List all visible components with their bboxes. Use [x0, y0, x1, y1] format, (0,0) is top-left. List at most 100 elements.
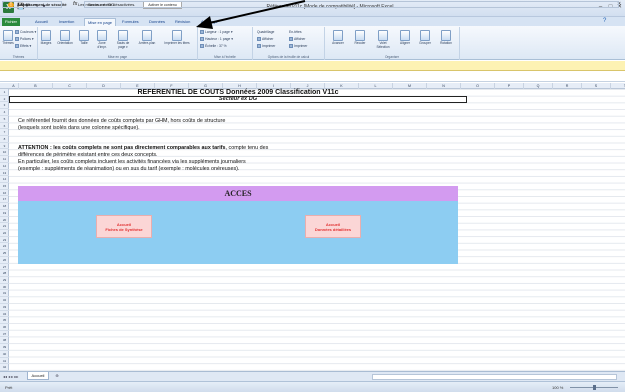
row-header[interactable]: 32	[0, 297, 9, 304]
bring-forward-button[interactable]: Avancer	[329, 30, 347, 46]
tab-data[interactable]: Données	[146, 18, 168, 26]
tab-page-layout[interactable]: Mise en page	[84, 18, 117, 26]
row-header[interactable]: 40	[0, 351, 9, 358]
scale-icon	[200, 44, 204, 49]
orientation-icon	[60, 30, 70, 41]
scale-input[interactable]: Échelle : 37 %	[200, 44, 227, 49]
print-titles-button[interactable]: Imprimer les titres	[162, 30, 192, 46]
size-button[interactable]: Taille	[78, 30, 90, 46]
gridlines-print-checkbox[interactable]: Imprimer	[257, 44, 275, 49]
margins-button[interactable]: Marges	[40, 30, 52, 46]
row-header[interactable]: 15	[0, 183, 9, 190]
row-header[interactable]: 10	[0, 149, 9, 157]
row-header[interactable]: 14	[0, 176, 9, 183]
row-header[interactable]: 7	[0, 129, 9, 136]
attention-line-1: ATTENTION : les coûts complets ne sont p…	[18, 145, 268, 152]
width-select[interactable]: Largeur : 1 page ▾	[200, 30, 233, 35]
tab-home[interactable]: Accueil	[32, 18, 51, 26]
tab-review[interactable]: Révision	[172, 18, 193, 26]
row-header[interactable]: 8	[0, 136, 9, 143]
height-select[interactable]: Hauteur : 1 page ▾	[200, 37, 233, 42]
row-header[interactable]: 1	[0, 89, 9, 96]
detailed-data-button[interactable]: Accueil Données détaillées	[305, 215, 361, 238]
themes-button[interactable]: Thèmes	[2, 30, 14, 46]
colors-button[interactable]: Couleurs ▾	[15, 30, 36, 35]
row-header[interactable]: 9	[0, 143, 9, 150]
effects-icon	[15, 44, 19, 49]
row-header[interactable]: 34	[0, 311, 9, 318]
print-area-icon	[97, 30, 107, 41]
sheet-tab-accueil[interactable]: Accueil	[27, 372, 49, 380]
row-header[interactable]: 39	[0, 344, 9, 351]
selection-pane-button[interactable]: Volet Sélection	[373, 30, 393, 49]
row-header[interactable]: 24	[0, 243, 9, 251]
row-header[interactable]: 2	[0, 96, 9, 103]
breaks-button[interactable]: Sauts de page ▾	[114, 30, 132, 49]
zoom-level[interactable]: 100 %	[552, 385, 563, 390]
row-header[interactable]: 11	[0, 156, 9, 163]
ribbon-group-label: Mise en page	[107, 55, 128, 59]
send-backward-button[interactable]: Reculer	[351, 30, 369, 46]
synthesis-sheets-button[interactable]: Accueil Fiches de Synthèse	[96, 215, 152, 238]
background-button[interactable]: Arrière-plan	[136, 30, 158, 46]
horizontal-scrollbar[interactable]	[372, 374, 617, 380]
row-header[interactable]: 21	[0, 223, 9, 230]
row-header[interactable]: 27	[0, 264, 9, 271]
row-header[interactable]: 41	[0, 358, 9, 365]
intro-line-1: Ce référentiel fournit des données de co…	[18, 118, 226, 124]
tab-file[interactable]: Fichier	[2, 18, 21, 26]
row-header[interactable]: 20	[0, 217, 9, 224]
row-header[interactable]: 28	[0, 270, 9, 277]
help-icon[interactable]: ?	[603, 18, 606, 24]
row-header[interactable]: 30	[0, 284, 9, 291]
row-header[interactable]: 6	[0, 123, 9, 130]
new-sheet-icon[interactable]: ⊕	[52, 373, 62, 380]
insert-function-icon[interactable]: fx	[73, 1, 77, 7]
row-header[interactable]: 4	[0, 109, 9, 116]
row-header[interactable]: 33	[0, 304, 9, 311]
zoom-slider-handle[interactable]	[593, 385, 596, 390]
row-header[interactable]: 5	[0, 116, 9, 123]
fonts-button[interactable]: Polices ▾	[15, 37, 34, 42]
headings-print-checkbox[interactable]: Imprimer	[289, 44, 307, 49]
row-header[interactable]: 38	[0, 337, 9, 345]
align-button[interactable]: Aligner	[397, 30, 413, 46]
row-header[interactable]: 36	[0, 324, 9, 331]
group-button[interactable]: Grouper	[416, 30, 434, 46]
row-header[interactable]: 37	[0, 331, 9, 338]
print-area-button[interactable]: Zone d'impr.	[94, 30, 110, 49]
ribbon-group-page-setup: Marges Orientation Taille Zone d'impr. S…	[38, 27, 198, 60]
row-header[interactable]: 17	[0, 196, 9, 204]
headings-view-checkbox[interactable]: Afficher	[289, 37, 305, 42]
tab-view[interactable]: Affichage	[198, 18, 221, 26]
ribbon-group-label: Thèmes	[12, 55, 25, 59]
effects-button[interactable]: Effets ▾	[15, 44, 31, 49]
row-header[interactable]: 35	[0, 317, 9, 324]
row-header[interactable]: 31	[0, 290, 9, 298]
tab-insert[interactable]: Insertion	[56, 18, 77, 26]
row-header[interactable]: 16	[0, 190, 9, 197]
formula-input[interactable]: Secteur ex DG	[84, 1, 619, 8]
selection-pane-icon	[378, 30, 388, 41]
row-header[interactable]: 12	[0, 163, 9, 170]
orientation-button[interactable]: Orientation	[56, 30, 74, 46]
row-header[interactable]: 13	[0, 170, 9, 177]
row-header[interactable]: 29	[0, 277, 9, 284]
row-header[interactable]: 23	[0, 237, 9, 244]
rotate-icon	[441, 30, 451, 41]
row-header[interactable]: 42	[0, 364, 9, 371]
acces-panel	[18, 201, 458, 264]
rotate-button[interactable]: Rotation	[437, 30, 455, 46]
row-header[interactable]: 26	[0, 257, 9, 264]
row-header[interactable]: 22	[0, 230, 9, 237]
name-box[interactable]: A2	[2, 1, 62, 8]
row-header[interactable]: 25	[0, 250, 9, 257]
gridlines-view-checkbox[interactable]: Afficher	[257, 37, 273, 42]
row-header[interactable]: 19	[0, 210, 9, 217]
tab-formulas[interactable]: Formules	[119, 18, 142, 26]
row-header[interactable]: 3	[0, 102, 9, 110]
ribbon-group-label: Organiser	[385, 55, 399, 59]
sheet-nav-arrows[interactable]: ◂◂ ◂ ▸ ▸▸	[3, 374, 18, 379]
ribbon-group-label: Mise à l'échelle	[214, 55, 236, 59]
row-header[interactable]: 18	[0, 203, 9, 210]
